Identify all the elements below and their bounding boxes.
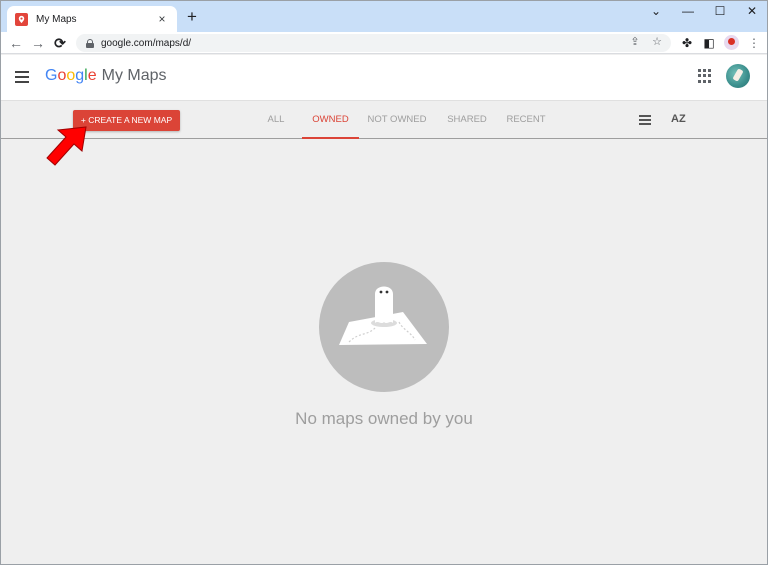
account-avatar[interactable]	[726, 64, 750, 88]
forward-button[interactable]: →	[29, 34, 47, 52]
tab-search-icon[interactable]: ⌄	[641, 3, 671, 19]
logo-letter: g	[75, 67, 85, 84]
tab-close-icon[interactable]: ×	[155, 12, 169, 26]
sidebar-icon[interactable]: ◧	[700, 34, 718, 52]
tab-recent[interactable]: RECENT	[505, 114, 547, 139]
extensions-icon[interactable]: ✤	[678, 34, 696, 52]
url-text: google.com/maps/d/	[101, 37, 192, 49]
active-tab-indicator	[302, 137, 359, 139]
empty-maps-illustration	[319, 262, 449, 392]
maps-favicon-icon	[15, 12, 28, 26]
reload-button[interactable]: ⟳	[51, 34, 69, 52]
profile-icon[interactable]	[724, 35, 739, 50]
apps-grid-icon[interactable]	[698, 69, 712, 83]
address-bar[interactable]: google.com/maps/d/	[76, 34, 671, 52]
tab-not-owned[interactable]: NOT OWNED	[367, 114, 427, 139]
tab-label: OWNED	[312, 114, 349, 125]
tab-shared[interactable]: SHARED	[445, 114, 489, 139]
close-window-button[interactable]: ✕	[737, 3, 767, 19]
menu-icon[interactable]: ⋮	[745, 34, 763, 52]
maximize-button[interactable]: ☐	[705, 3, 735, 19]
tab-strip: My Maps × + ⌄ — ☐ ✕	[1, 1, 767, 32]
share-icon[interactable]: ⇪	[627, 34, 643, 50]
new-tab-button[interactable]: +	[183, 8, 201, 26]
minimize-button[interactable]: —	[673, 3, 703, 19]
tab-label: SHARED	[447, 114, 487, 125]
filter-bar: + CREATE A NEW MAP ALL OWNED NOT OWNED S…	[1, 102, 767, 139]
product-name: My Maps	[101, 67, 167, 84]
list-view-icon[interactable]	[639, 115, 651, 126]
tab-label: ALL	[267, 114, 285, 125]
tab-owned[interactable]: OWNED	[302, 114, 359, 139]
hamburger-menu-icon[interactable]	[15, 71, 29, 83]
lock-icon	[86, 38, 94, 48]
app-header: Google My Maps	[1, 55, 767, 101]
red-arrow-icon	[46, 126, 87, 166]
tab-all[interactable]: ALL	[264, 114, 288, 139]
ghost-map-icon	[339, 286, 427, 345]
back-button[interactable]: ←	[7, 34, 25, 52]
sort-az-icon[interactable]: AZ	[671, 113, 686, 125]
logo-letter: o	[66, 67, 76, 84]
browser-toolbar: ← → ⟳ google.com/maps/d/ ⇪ ☆ ✤ ◧ ⋮	[1, 32, 767, 54]
tab-label: NOT OWNED	[367, 114, 427, 125]
browser-tab[interactable]: My Maps ×	[7, 6, 177, 32]
google-logo-text: Google	[45, 67, 97, 85]
empty-state-message: No maps owned by you	[295, 409, 473, 428]
logo-letter: e	[87, 67, 97, 84]
star-icon[interactable]: ☆	[649, 34, 665, 50]
logo-letter: G	[45, 67, 58, 84]
my-maps-logo[interactable]: Google My Maps	[45, 67, 167, 85]
tab-label: RECENT	[506, 114, 546, 125]
browser-window: My Maps × + ⌄ — ☐ ✕ ← → ⟳ google.com/map…	[0, 0, 768, 565]
tab-title: My Maps	[36, 13, 77, 25]
